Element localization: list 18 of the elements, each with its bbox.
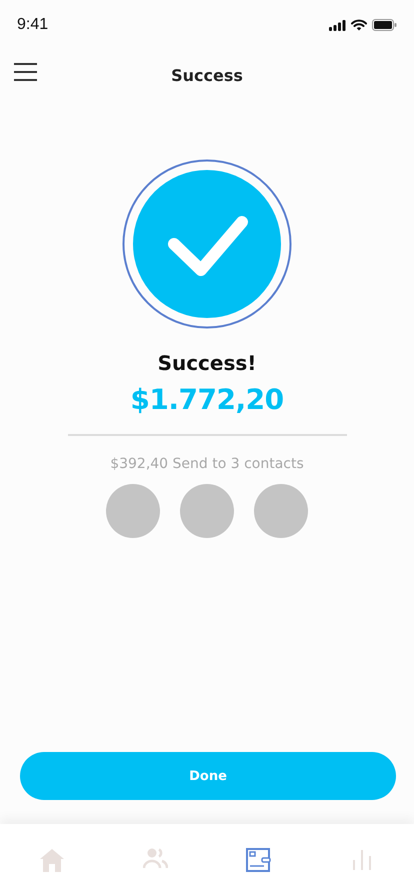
- status-time: 9:41: [17, 16, 48, 34]
- done-button[interactable]: Done: [20, 752, 396, 800]
- contact-avatar[interactable]: [254, 484, 308, 538]
- summary-text: $392,40 Send to 3 contacts: [110, 456, 304, 472]
- amount-text: $1.772,20: [130, 383, 284, 416]
- check-circle-icon: [122, 159, 292, 329]
- contact-avatar[interactable]: [180, 484, 234, 538]
- battery-icon: [372, 19, 397, 31]
- home-icon[interactable]: [38, 848, 65, 872]
- signal-icon: [329, 20, 346, 30]
- success-heading: Success!: [158, 351, 256, 375]
- wifi-icon: [351, 19, 367, 31]
- wallet-icon[interactable]: [246, 848, 272, 872]
- people-icon[interactable]: [142, 848, 168, 869]
- page-title: Success: [171, 66, 243, 84]
- menu-icon[interactable]: [14, 63, 37, 81]
- bar-chart-icon[interactable]: [352, 848, 372, 870]
- contact-avatar[interactable]: [106, 484, 160, 538]
